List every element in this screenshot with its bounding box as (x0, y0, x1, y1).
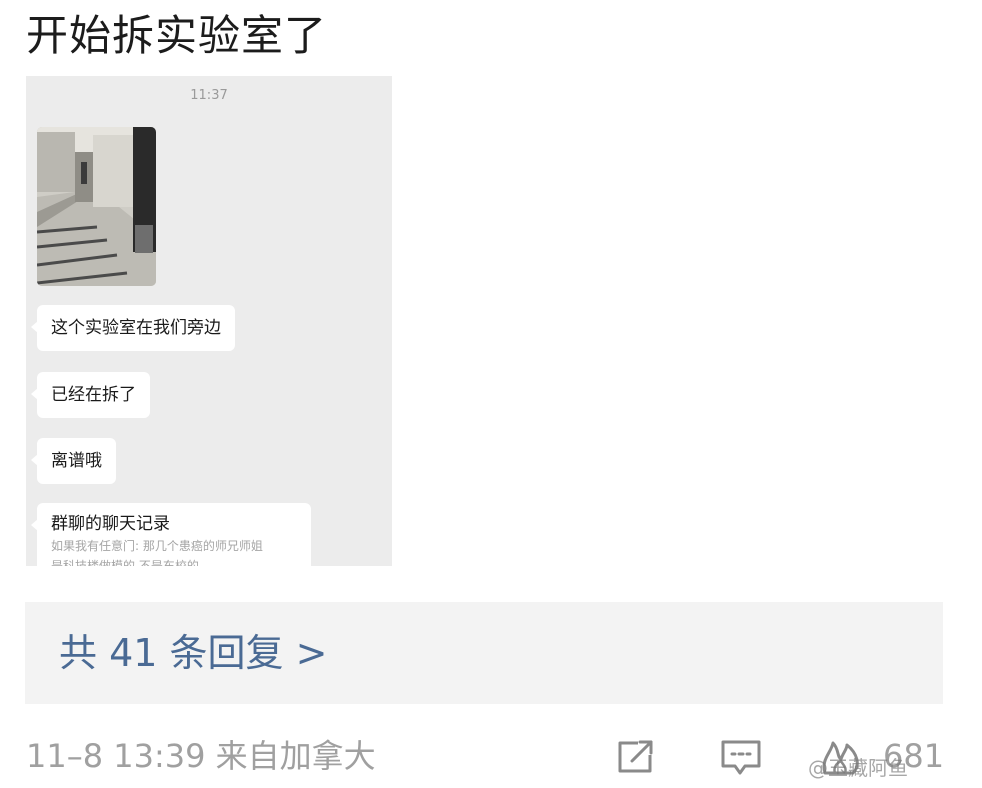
hallway-photo-thumbnail (37, 127, 156, 286)
chat-message-bubble: 这个实验室在我们旁边 (31, 305, 235, 351)
weibo-watermark: @玉藏阿鱼 (808, 756, 908, 780)
share-button[interactable] (616, 739, 656, 775)
view-replies-link[interactable]: 共 41 条回复 > (59, 602, 327, 704)
comment-icon (721, 740, 761, 775)
chat-message-bubble: 已经在拆了 (31, 372, 150, 418)
replies-panel: 共 41 条回复 > (25, 602, 943, 704)
chat-screenshot-image[interactable]: 11:37 这个实验室在我们旁边 已经在拆了 离谱哦 群聊的聊天记录 如果我有任… (26, 76, 392, 566)
post-title: 开始拆实验室了 (26, 11, 328, 60)
post-time-source: 11–8 13:39 来自加拿大 (26, 737, 376, 775)
chat-record-title: 群聊的聊天记录 (51, 514, 170, 534)
chat-timestamp: 11:37 (190, 88, 228, 103)
chat-message-bubble: 离谱哦 (31, 438, 116, 484)
comment-button[interactable] (720, 739, 762, 775)
chat-record-card: 群聊的聊天记录 如果我有任意门: 那几个患癌的师兄师姐 是科技楼做模的 不是东校… (31, 503, 311, 566)
chat-record-preview-line: 是科技楼做模的 不是东校的 (51, 559, 199, 566)
chat-record-preview-line: 如果我有任意门: 那几个患癌的师兄师姐 (51, 539, 263, 553)
share-icon (618, 740, 653, 773)
